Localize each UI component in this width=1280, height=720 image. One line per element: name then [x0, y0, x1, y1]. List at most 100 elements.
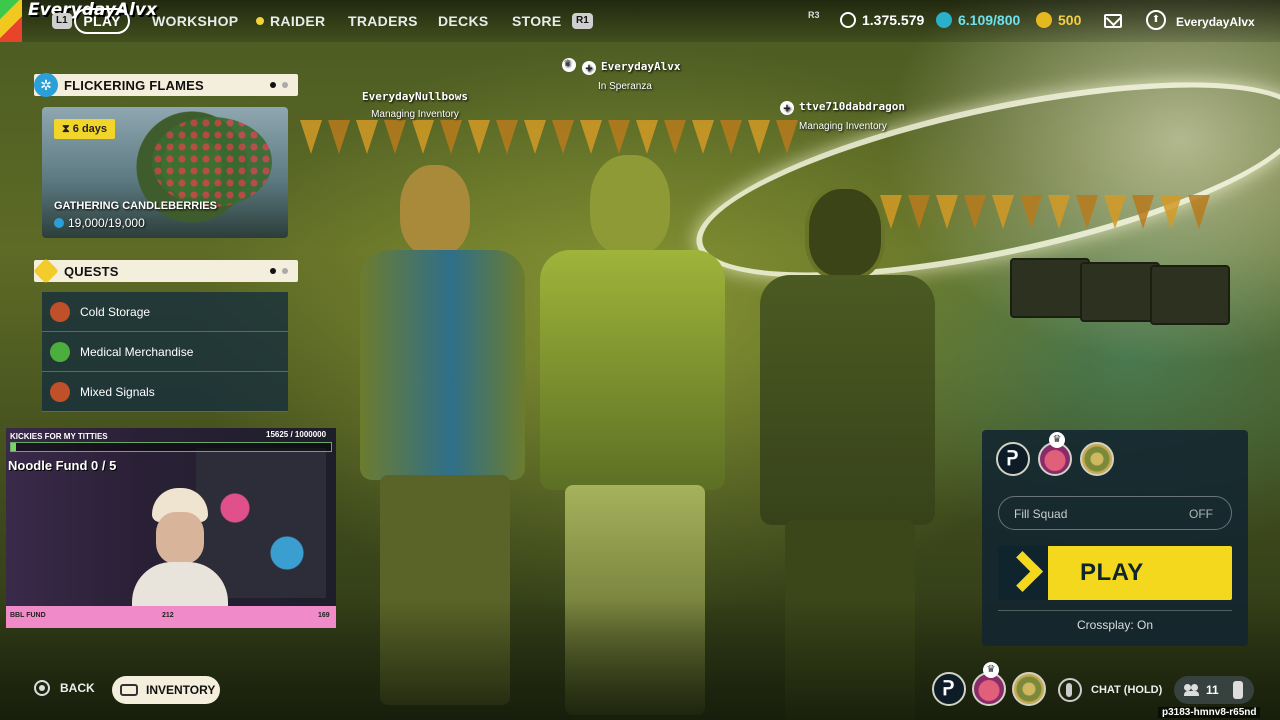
quest-giver-icon	[50, 301, 70, 322]
squad-member-avatar[interactable]	[1080, 442, 1114, 476]
fund-bar: BBL FUND 212 169	[6, 606, 336, 628]
quest-label: Mixed Signals	[80, 384, 155, 399]
list-item[interactable]: Mixed Signals	[42, 372, 288, 412]
cred-value: 6.109/800	[958, 12, 1021, 28]
list-item[interactable]: Cold Storage	[42, 292, 288, 332]
fund-bar-right: 169	[318, 612, 330, 619]
quest-list: Cold Storage Medical Merchandise Mixed S…	[42, 292, 288, 412]
tokens-currency: 500	[1036, 12, 1081, 28]
raider-notification-dot	[256, 17, 264, 25]
play-button[interactable]: PLAY	[998, 546, 1232, 600]
quest-label: Medical Merchandise	[80, 344, 194, 359]
inventory-button[interactable]: INVENTORY	[112, 676, 220, 704]
nav-tab-raider[interactable]: RAIDER	[256, 13, 325, 29]
cred-icon	[936, 12, 952, 28]
quest-giver-icon	[50, 381, 70, 402]
stream-goal-fill	[11, 443, 17, 451]
squad-member-avatar[interactable]	[1012, 672, 1046, 706]
noodle-fund-label: Noodle Fund 0 / 5	[8, 458, 117, 473]
tokens-value: 500	[1058, 12, 1082, 28]
event-timer-badge: ⧗ 6 days	[54, 119, 116, 139]
coin-icon	[840, 12, 856, 28]
stream-goal-label: KICKIES FOR MY TITTIES	[10, 432, 108, 441]
fill-squad-label: Fill Squad	[1014, 507, 1068, 521]
play-panel: ♛ Fill Squad OFF PLAY Crossplay: On	[982, 430, 1248, 646]
crossplay-status: Crossplay: On	[1076, 618, 1154, 632]
stream-goal-bar	[10, 442, 332, 452]
event-title: FLICKERING FLAMES	[64, 78, 204, 93]
streamer-webcam-overlay: KICKIES FOR MY TITTIES 15625 / 1000000 N…	[6, 428, 336, 628]
friends-count: 11	[1206, 683, 1219, 697]
top-navigation-bar: EverydayAlvx L1 PLAY WORKSHOP RAIDER TRA…	[0, 0, 1280, 42]
player-tag-center: + EverydayAlvx In Speranza	[562, 56, 692, 92]
quest-diamond-icon	[33, 258, 59, 284]
player-tag-left: EverydayNullbows Managing Inventory	[360, 90, 470, 120]
gear-icon	[54, 218, 64, 228]
cred-currency: 6.109/800	[936, 12, 1020, 28]
stream-overlay-stripe	[0, 0, 22, 42]
player-status: In Speranza	[598, 81, 652, 92]
squad-member-avatar[interactable]: ♛	[972, 662, 1006, 706]
leader-crown-icon: ♛	[1049, 432, 1065, 448]
pager-dots	[270, 268, 288, 274]
player-tag-right: + ttve710dabdragon Managing Inventory	[780, 100, 920, 132]
add-friend-icon[interactable]: +	[582, 61, 596, 75]
event-progress: 19,000/19,000	[54, 216, 145, 230]
nav-tab-store[interactable]: STORE	[512, 13, 561, 29]
player-name: ttve710dabdragon	[799, 100, 905, 113]
r1-button-hint: R1	[572, 13, 593, 29]
quests-title: QUESTS	[64, 264, 119, 279]
circle-button-icon	[34, 680, 50, 696]
profile-rank-icon[interactable]: ⬆	[1146, 10, 1166, 30]
fund-bar-mid: 212	[162, 612, 174, 619]
chevron-right-icon	[998, 546, 1048, 600]
quest-giver-icon	[50, 341, 70, 362]
event-card[interactable]: ⧗ 6 days GATHERING CANDLEBERRIES 19,000/…	[42, 107, 288, 238]
event-panel-header[interactable]: ✲ FLICKERING FLAMES	[34, 73, 298, 97]
touchpad-icon	[120, 684, 138, 696]
chat-hold-label[interactable]: CHAT (HOLD)	[1091, 684, 1162, 696]
speaker	[1010, 258, 1090, 318]
nav-tab-decks[interactable]: DECKS	[438, 13, 489, 29]
player-name: EverydayNullbows	[362, 90, 468, 103]
candleberry-bush-image	[152, 117, 272, 207]
add-friend-icon[interactable]: +	[780, 101, 794, 115]
list-item[interactable]: Medical Merchandise	[42, 332, 288, 372]
nav-tab-workshop[interactable]: WORKSHOP	[152, 13, 238, 29]
friends-button[interactable]: 11	[1174, 676, 1254, 704]
l1-button-hint: L1	[52, 13, 72, 29]
fill-squad-value: OFF	[1189, 507, 1213, 521]
back-button[interactable]: BACK	[34, 680, 95, 696]
fund-bar-label: BBL FUND	[10, 612, 46, 619]
options-button-icon	[1232, 681, 1243, 699]
quests-panel-header[interactable]: QUESTS	[33, 258, 298, 284]
r3-button-hint: R3	[808, 10, 820, 20]
pager-dots	[270, 82, 288, 88]
event-days: 6 days	[72, 123, 108, 135]
nav-tab-play[interactable]: PLAY	[74, 8, 130, 34]
fill-squad-toggle[interactable]: Fill Squad OFF	[998, 496, 1232, 530]
squad-member-avatar[interactable]	[932, 672, 966, 706]
token-icon	[1036, 12, 1052, 28]
inventory-label: INVENTORY	[146, 683, 216, 697]
speaker	[1080, 262, 1160, 322]
leader-crown-icon	[562, 56, 576, 72]
squad-avatars: ♛	[996, 432, 1114, 476]
back-label: BACK	[60, 681, 95, 695]
event-progress-value: 19,000/19,000	[68, 216, 145, 230]
mail-icon[interactable]	[1104, 14, 1122, 28]
quest-label: Cold Storage	[80, 304, 151, 319]
bunting-right	[880, 195, 1210, 229]
session-id: p3183-hmnv8-r65nd	[1158, 707, 1261, 718]
play-label: PLAY	[1080, 559, 1144, 586]
event-objective-title: GATHERING CANDLEBERRIES	[54, 200, 217, 212]
squad-member-avatar[interactable]	[996, 442, 1030, 476]
nav-tab-raider-label: RAIDER	[270, 13, 326, 29]
squad-member-avatar[interactable]: ♛	[1038, 432, 1072, 476]
webcam-streamer	[124, 484, 234, 628]
coins-currency: 1.375.579	[840, 12, 924, 28]
profile-username[interactable]: EverydayAlvx	[1176, 15, 1255, 29]
bunting-left	[300, 120, 798, 154]
l3-stick-icon	[1058, 678, 1082, 702]
nav-tab-traders[interactable]: TRADERS	[348, 13, 418, 29]
